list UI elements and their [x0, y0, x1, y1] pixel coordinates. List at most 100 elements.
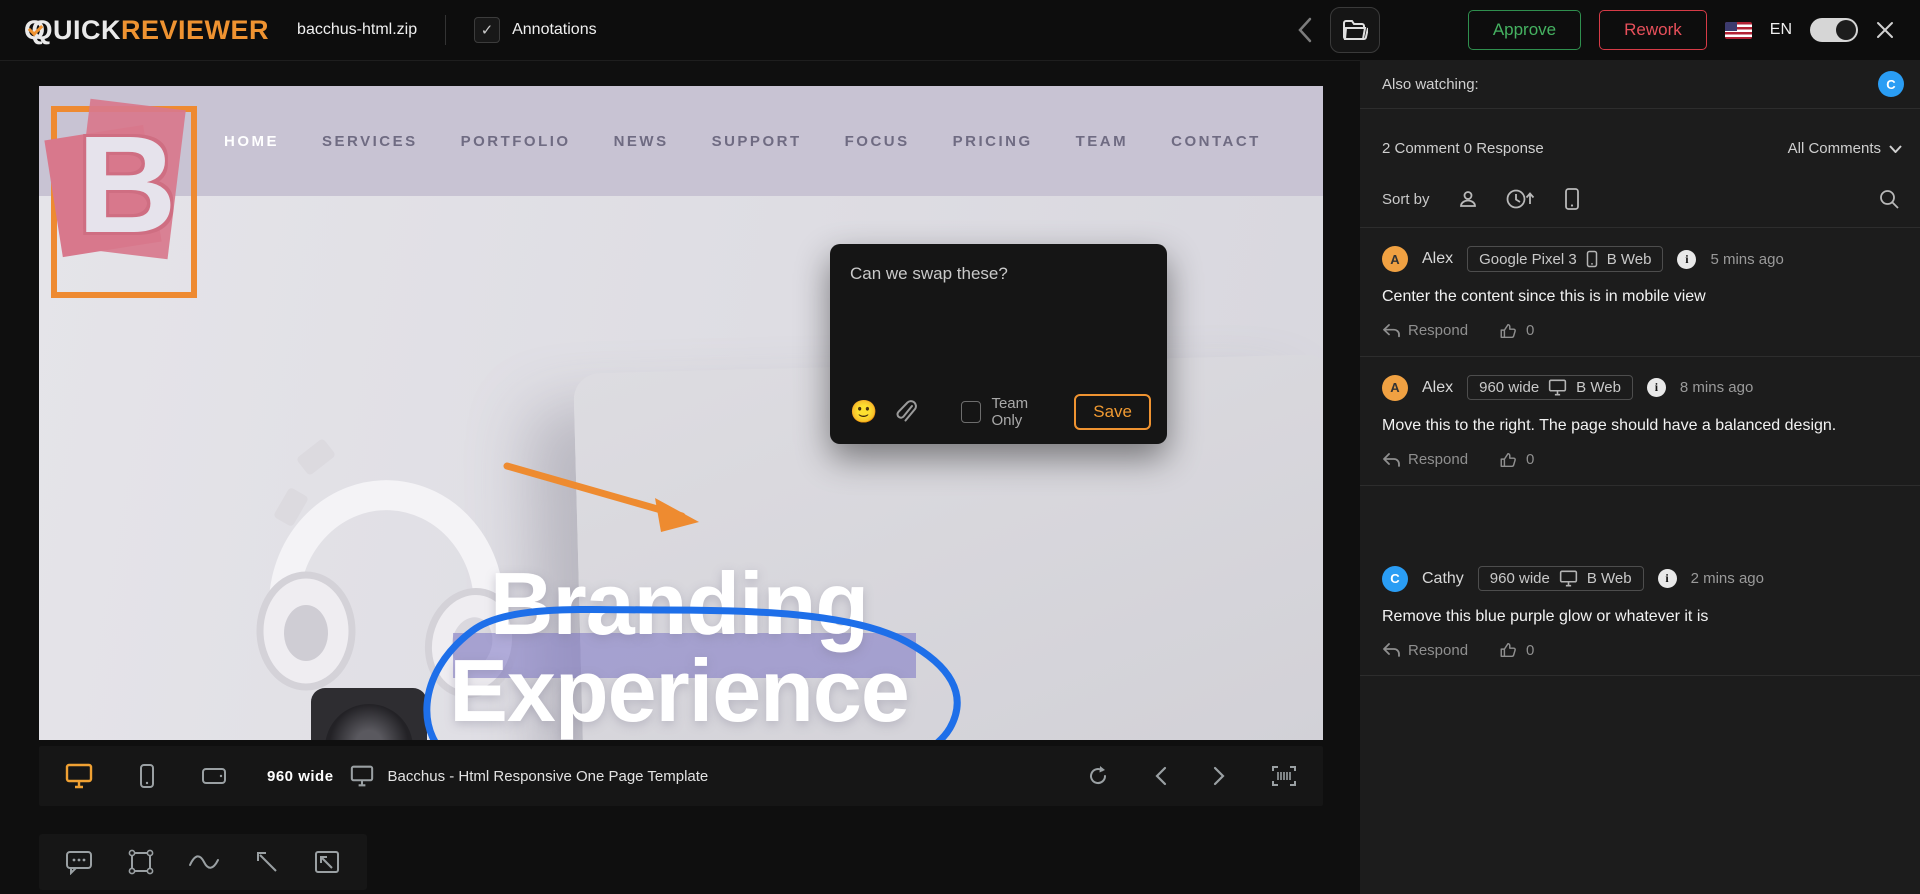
comments-sidebar: Also watching: C 2 Comment 0 Response Al… [1360, 60, 1920, 894]
nav-item-focus[interactable]: FOCUS [845, 133, 910, 150]
comments-summary: 2 Comment 0 Response [1382, 140, 1544, 157]
freehand-tool-icon[interactable] [188, 852, 220, 872]
desktop-view-button[interactable] [65, 763, 93, 789]
comment-text: Move this to the right. The page should … [1382, 414, 1902, 439]
nav-item-contact[interactable]: CONTACT [1171, 133, 1261, 150]
reply-icon [1382, 643, 1400, 657]
approve-button[interactable]: Approve [1468, 10, 1581, 50]
like-button[interactable] [1499, 322, 1517, 340]
monitor-icon [1548, 379, 1567, 396]
comment-item: A Alex 960 wide B Web i 8 mins ago Move … [1360, 357, 1920, 486]
sort-by-label: Sort by [1382, 191, 1430, 208]
sort-by-time-icon[interactable] [1506, 188, 1536, 210]
comment-context-badge[interactable]: Google Pixel 3 B Web [1467, 246, 1663, 272]
comment-author: Alex [1422, 379, 1453, 397]
watcher-avatar[interactable]: C [1878, 71, 1904, 97]
team-only-checkbox[interactable] [961, 401, 981, 423]
monitor-icon [350, 765, 374, 787]
emoji-button[interactable]: 🙂 [850, 399, 877, 425]
refresh-icon[interactable] [1087, 765, 1109, 787]
comment-page: B Web [1607, 251, 1652, 268]
comment-item: A Alex Google Pixel 3 B Web i 5 mins ago… [1360, 228, 1920, 357]
rectangle-tool-icon[interactable] [127, 849, 155, 875]
comment-tool-icon[interactable] [65, 849, 93, 875]
language-label[interactable]: EN [1770, 21, 1792, 39]
info-icon[interactable]: i [1647, 378, 1666, 397]
logo-text-secondary: REVIEWER [121, 15, 269, 46]
team-only-label: Team Only [991, 395, 1056, 429]
thumbs-up-icon [1499, 641, 1517, 659]
arrow-tool-icon[interactable] [254, 849, 280, 875]
comment-device: 960 wide [1490, 570, 1550, 587]
like-count[interactable]: 0 [1526, 451, 1534, 468]
comment-page: B Web [1587, 570, 1632, 587]
phone-view-button[interactable] [139, 763, 155, 789]
nav-item-pricing[interactable]: PRICING [953, 133, 1033, 150]
theme-toggle[interactable] [1810, 18, 1858, 42]
back-chevron-icon[interactable] [1298, 17, 1312, 43]
select-tool-icon[interactable] [313, 849, 341, 875]
respond-button[interactable]: Respond [1382, 322, 1468, 339]
like-count[interactable]: 0 [1526, 642, 1534, 659]
nav-item-portfolio[interactable]: PORTFOLIO [461, 133, 571, 150]
file-name: bacchus-html.zip [297, 21, 417, 39]
sort-by-user-icon[interactable] [1458, 189, 1478, 209]
barcode-scan-icon[interactable] [1271, 764, 1297, 788]
design-preview[interactable]: Branding Experience HOME SERVICES PORTFO… [39, 86, 1323, 740]
like-count[interactable]: 0 [1526, 322, 1534, 339]
prev-page-icon[interactable] [1155, 766, 1167, 786]
nav-item-support[interactable]: SUPPORT [712, 133, 802, 150]
info-icon[interactable]: i [1677, 250, 1696, 269]
nav-item-news[interactable]: NEWS [614, 133, 669, 150]
comment-popup[interactable]: Can we swap these? 🙂 Team Only Save [830, 244, 1167, 444]
respond-label: Respond [1408, 451, 1468, 468]
comment-input[interactable]: Can we swap these? [850, 264, 1147, 284]
page-title: Bacchus - Html Responsive One Page Templ… [388, 768, 709, 785]
avatar[interactable]: A [1382, 246, 1408, 272]
thumbs-up-icon [1499, 451, 1517, 469]
nav-item-home[interactable]: HOME [224, 133, 279, 150]
folder-button[interactable] [1330, 7, 1380, 53]
template-logo: B [59, 114, 177, 278]
search-icon[interactable] [1878, 188, 1900, 210]
orange-rectangle-annotation[interactable]: B [51, 106, 197, 298]
blue-scribble-annotation[interactable] [397, 586, 981, 740]
nav-item-services[interactable]: SERVICES [322, 133, 418, 150]
viewport-toolbar: 960 wide Bacchus - Html Responsive One P… [39, 746, 1323, 806]
respond-button[interactable]: Respond [1382, 642, 1468, 659]
reply-icon [1382, 453, 1400, 467]
attachment-button[interactable] [895, 400, 917, 424]
save-button[interactable]: Save [1074, 394, 1151, 430]
comment-page: B Web [1576, 379, 1621, 396]
avatar[interactable]: A [1382, 375, 1408, 401]
comment-context-badge[interactable]: 960 wide B Web [1467, 375, 1633, 400]
us-flag-icon[interactable] [1725, 22, 1752, 39]
comment-author: Alex [1422, 250, 1453, 268]
sort-by-device-icon[interactable] [1564, 187, 1580, 211]
logo-clock-icon: Q [24, 15, 46, 46]
avatar[interactable]: C [1382, 566, 1408, 592]
orange-arrow-annotation[interactable] [497, 454, 717, 538]
annotations-checkbox[interactable]: ✓ [474, 17, 500, 43]
divider [445, 15, 446, 45]
nav-item-team[interactable]: TEAM [1076, 133, 1129, 150]
close-icon[interactable] [1876, 21, 1894, 39]
comment-context-badge[interactable]: 960 wide B Web [1478, 566, 1644, 591]
comment-device: 960 wide [1479, 379, 1539, 396]
next-page-icon[interactable] [1213, 766, 1225, 786]
comments-filter-dropdown[interactable]: All Comments [1788, 140, 1902, 157]
comment-time: 8 mins ago [1680, 379, 1753, 396]
comment-item: C Cathy 960 wide B Web i 2 mins ago Remo… [1360, 548, 1920, 677]
like-button[interactable] [1499, 451, 1517, 469]
viewport-size-label: 960 wide [267, 768, 334, 785]
comment-author: Cathy [1422, 570, 1464, 588]
rework-button[interactable]: Rework [1599, 10, 1707, 50]
folder-icon [1342, 19, 1368, 41]
tablet-view-button[interactable] [201, 767, 227, 785]
comment-text: Remove this blue purple glow or whatever… [1382, 605, 1902, 630]
info-icon[interactable]: i [1658, 569, 1677, 588]
comment-text: Center the content since this is in mobi… [1382, 285, 1902, 310]
like-button[interactable] [1499, 641, 1517, 659]
also-watching-label: Also watching: [1382, 76, 1479, 93]
respond-button[interactable]: Respond [1382, 451, 1468, 468]
